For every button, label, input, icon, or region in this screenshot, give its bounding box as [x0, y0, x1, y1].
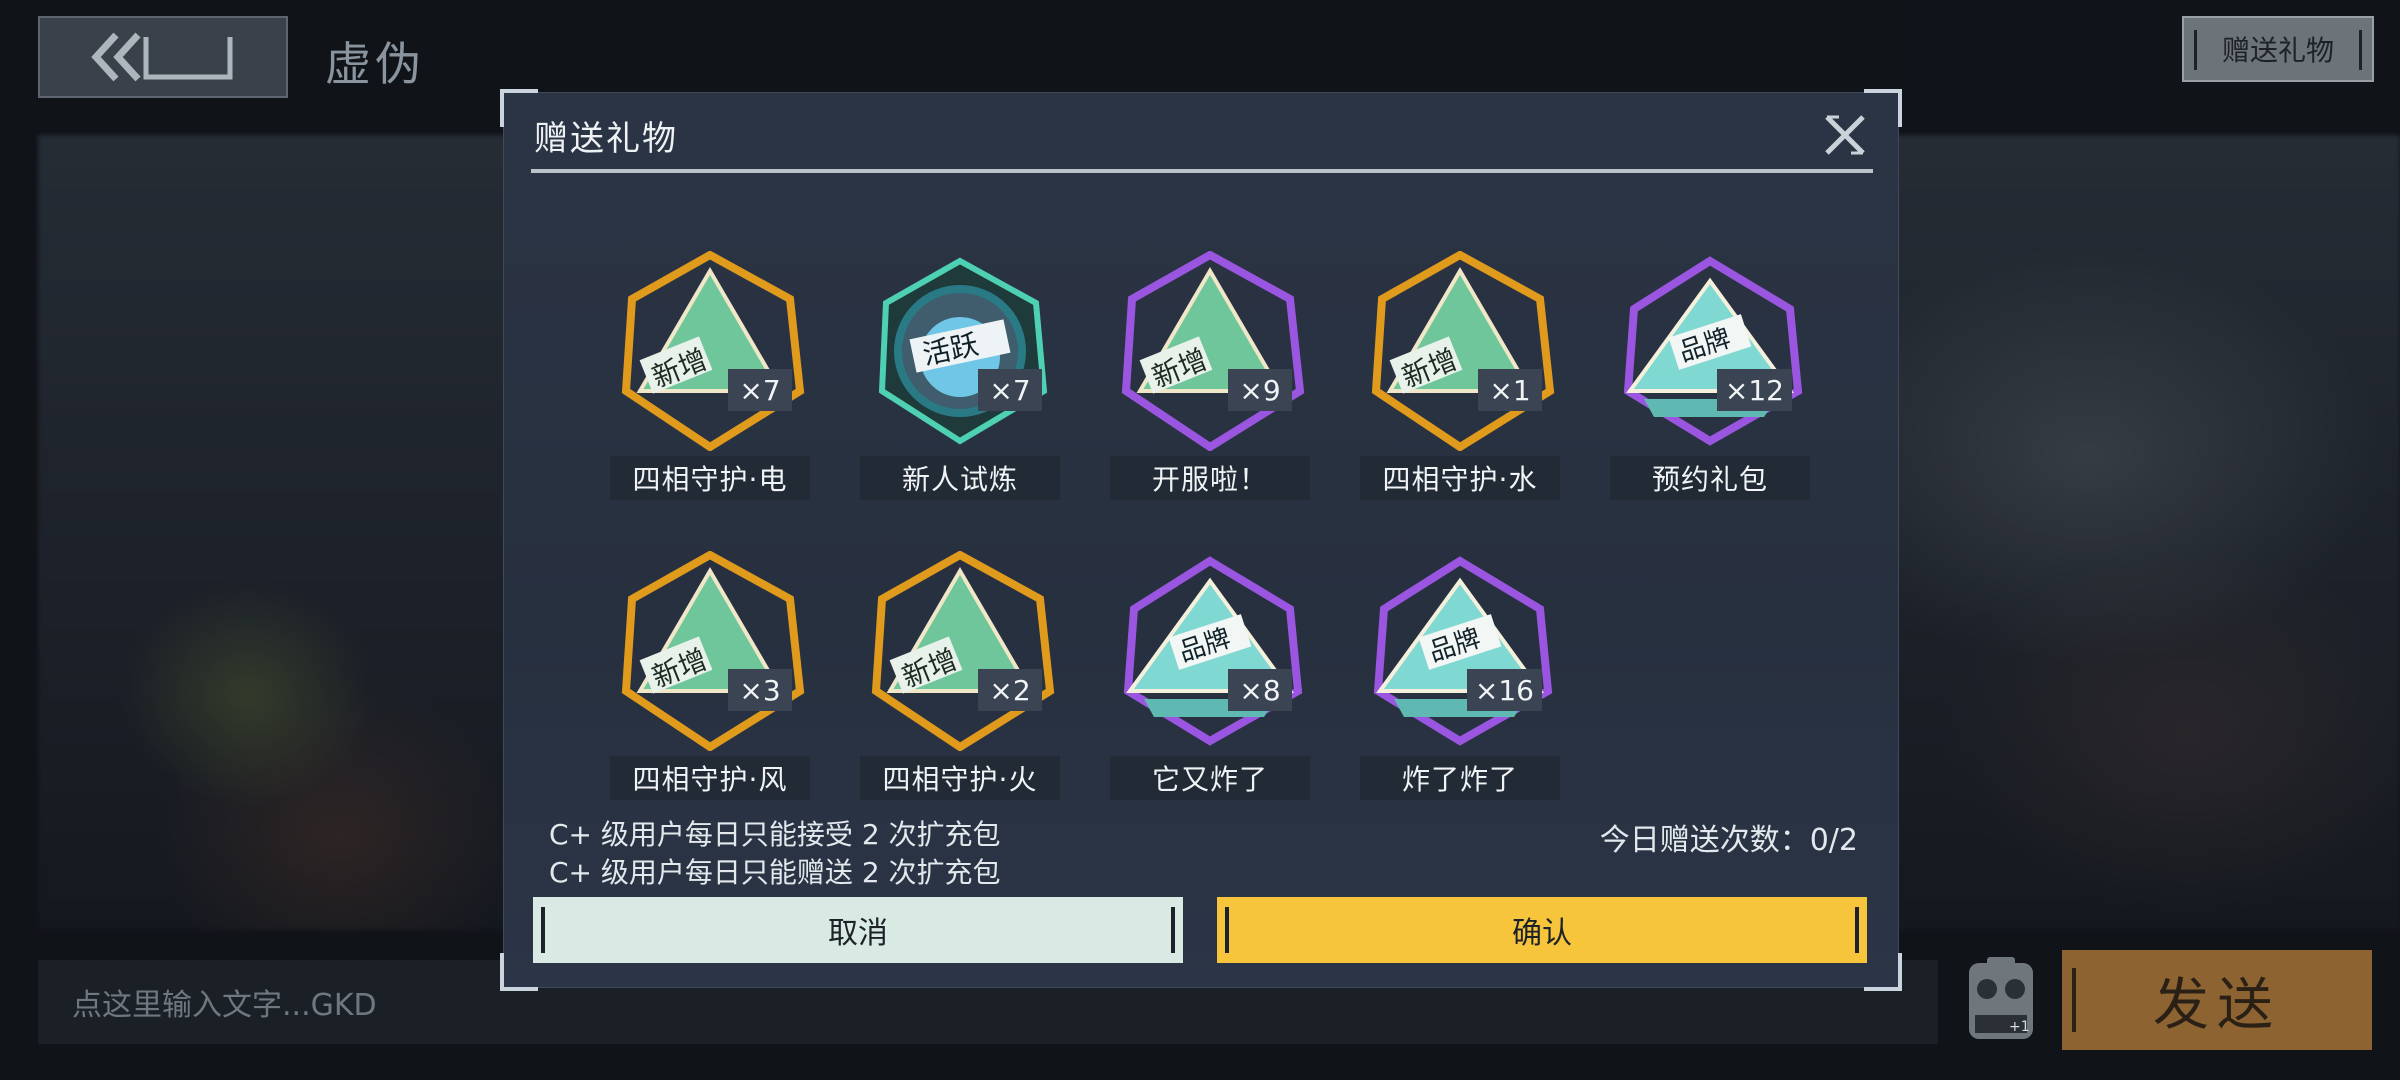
close-icon[interactable]: [1817, 107, 1873, 163]
gift-count: ×7: [728, 369, 792, 411]
gift-pack-icon: 新增: [1371, 251, 1555, 451]
double-chevron-left-icon: [91, 32, 233, 82]
gift-name: 四相守护·电: [610, 456, 810, 500]
gift-item[interactable]: 品牌 ×8 它又炸了: [1110, 551, 1310, 811]
title-divider: [531, 169, 1873, 173]
gift-pack-icon: 品牌: [1373, 556, 1553, 746]
corner-bracket: [500, 89, 538, 127]
send-gift-header-button[interactable]: 赠送礼物: [2182, 16, 2374, 82]
gift-name: 四相守护·火: [860, 756, 1060, 800]
gift-count: ×16: [1466, 669, 1542, 711]
gift-name: 炸了炸了: [1360, 756, 1560, 800]
gift-item[interactable]: 新增 ×1 四相守护·水: [1360, 251, 1560, 511]
gift-item[interactable]: 品牌 ×16 炸了炸了: [1360, 551, 1560, 811]
gift-pack-icon: 品牌: [1123, 556, 1303, 746]
page-title: 虚伪: [325, 37, 425, 91]
gift-pack-icon: 新增: [621, 251, 805, 451]
gift-count: ×3: [728, 669, 792, 711]
gift-item[interactable]: 新增 ×9 开服啦！: [1110, 251, 1310, 511]
gift-count: ×12: [1716, 369, 1792, 411]
gift-pack-icon: 新增: [1121, 251, 1305, 451]
gift-item[interactable]: 品牌 ×12 预约礼包: [1610, 251, 1810, 511]
gift-pack-icon: 活跃: [878, 257, 1048, 445]
send-limit-note: C+ 级用户每日只能赠送 2 次扩充包: [549, 856, 1001, 889]
gift-count: ×2: [978, 669, 1042, 711]
gift-name: 新人试炼: [860, 456, 1060, 500]
gift-item[interactable]: 新增 ×2 四相守护·火: [860, 551, 1060, 811]
gift-name: 它又炸了: [1110, 756, 1310, 800]
gift-item[interactable]: 活跃 ×7 新人试炼: [860, 251, 1060, 511]
receive-limit-note: C+ 级用户每日只能接受 2 次扩充包: [549, 818, 1001, 851]
gamepad-icon[interactable]: +1: [1965, 955, 2037, 1045]
gift-pack-icon: 新增: [621, 551, 805, 751]
back-button[interactable]: [38, 16, 288, 98]
send-button[interactable]: 发送: [2062, 950, 2372, 1050]
gift-pack-icon: 品牌: [1623, 256, 1803, 446]
confirm-button[interactable]: 确认: [1217, 897, 1867, 963]
svg-text:+1: +1: [2009, 1019, 2030, 1035]
gift-name: 开服啦！: [1110, 456, 1310, 500]
gift-count: ×1: [1478, 369, 1542, 411]
dialog-title: 赠送礼物: [534, 119, 678, 159]
daily-send-count: 今日赠送次数：0/2: [1599, 823, 1858, 858]
gift-count: ×9: [1228, 369, 1292, 411]
gift-count: ×7: [978, 369, 1042, 411]
gift-count: ×8: [1228, 669, 1292, 711]
gift-item[interactable]: 新增 ×7 四相守护·电: [610, 251, 810, 511]
gift-pack-icon: 新增: [871, 551, 1055, 751]
gift-name: 四相守护·风: [610, 756, 810, 800]
gift-item[interactable]: 新增 ×3 四相守护·风: [610, 551, 810, 811]
gift-name: 四相守护·水: [1360, 456, 1560, 500]
gift-name: 预约礼包: [1610, 456, 1810, 500]
gift-dialog: 赠送礼物 新增 ×7 四相守护·电 活跃 ×7 新人试炼 新增 ×9 开服啦！ …: [500, 89, 1902, 991]
corner-bracket: [1864, 953, 1902, 991]
cancel-button[interactable]: 取消: [533, 897, 1183, 963]
